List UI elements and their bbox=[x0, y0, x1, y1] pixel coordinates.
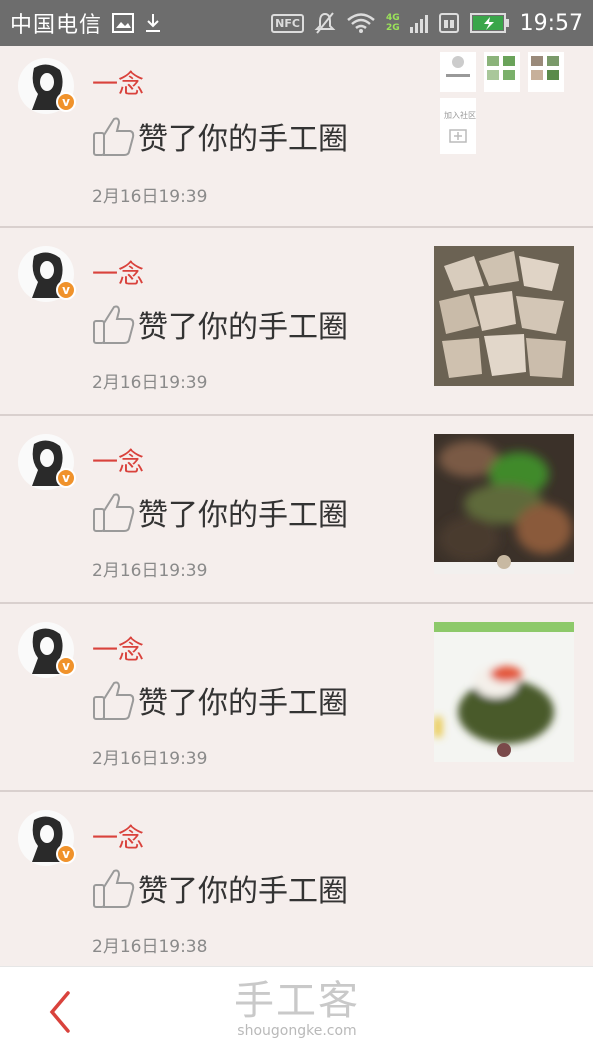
thumbs-up-icon bbox=[93, 493, 135, 532]
carrier-label: 中国电信 bbox=[10, 13, 103, 38]
user-name[interactable]: 一念 bbox=[92, 630, 144, 667]
bottom-nav-bar: 手工客 shougongke.com bbox=[0, 966, 593, 1055]
notification-row[interactable]: v 一念 赞了你的手工圈 2月16日19:38 bbox=[0, 792, 593, 980]
signal-icon bbox=[409, 13, 428, 33]
thumb-caption: 加入社区 bbox=[444, 111, 476, 120]
back-button[interactable] bbox=[44, 989, 74, 1035]
nfc-icon: NFC bbox=[271, 13, 304, 33]
notification-row[interactable]: v 一念 赞了你的手工圈 2月16日19:39 bbox=[0, 604, 593, 792]
battery-charging-icon bbox=[469, 13, 510, 33]
timestamp: 2月16日19:39 bbox=[92, 187, 208, 207]
timestamp: 2月16日19:38 bbox=[92, 937, 208, 957]
thumbs-up-icon bbox=[93, 117, 135, 156]
wifi-icon bbox=[346, 12, 376, 34]
verified-badge-icon: v bbox=[56, 280, 76, 300]
thumbs-up-icon bbox=[93, 681, 135, 720]
post-thumbnail[interactable] bbox=[434, 434, 574, 574]
user-name[interactable]: 一念 bbox=[92, 254, 144, 291]
status-bar: 中国电信 NFC 4G 2G 19:57 bbox=[0, 0, 593, 46]
verified-badge-icon: v bbox=[56, 468, 76, 488]
clock: 19:57 bbox=[519, 10, 583, 36]
thumbs-up-icon bbox=[93, 305, 135, 344]
network-4g: 4G bbox=[385, 13, 400, 23]
user-name[interactable]: 一念 bbox=[92, 64, 144, 101]
action-text: 赞了你的手工圈 bbox=[138, 874, 348, 909]
download-icon bbox=[144, 12, 162, 34]
user-name[interactable]: 一念 bbox=[92, 442, 144, 479]
mute-icon bbox=[314, 11, 336, 35]
action-text: 赞了你的手工圈 bbox=[138, 310, 348, 345]
action-text: 赞了你的手工圈 bbox=[138, 686, 348, 721]
network-type: 4G 2G bbox=[386, 13, 400, 33]
logo-domain: shougongke.com bbox=[237, 1023, 357, 1039]
like-action: 赞了你的手工圈 bbox=[92, 302, 348, 346]
gallery-icon bbox=[112, 13, 135, 33]
action-text: 赞了你的手工圈 bbox=[138, 122, 348, 157]
action-text: 赞了你的手工圈 bbox=[138, 498, 348, 533]
user-name[interactable]: 一念 bbox=[92, 818, 144, 855]
like-action: 赞了你的手工圈 bbox=[92, 490, 348, 534]
like-action: 赞了你的手工圈 bbox=[92, 866, 348, 910]
sim-icon bbox=[438, 12, 460, 34]
verified-badge-icon: v bbox=[56, 92, 76, 112]
post-thumbnail[interactable] bbox=[434, 246, 574, 386]
timestamp: 2月16日19:39 bbox=[92, 373, 208, 393]
verified-badge-icon: v bbox=[56, 844, 76, 864]
network-2g: 2G bbox=[385, 23, 400, 33]
notification-row[interactable]: v 一念 赞了你的手工圈 2月16日19:39 bbox=[0, 416, 593, 604]
notification-list: v 一念 赞了你的手工圈 2月16日19:39 加入社区 v 一念 赞了你的手工… bbox=[0, 46, 593, 980]
like-action: 赞了你的手工圈 bbox=[92, 678, 348, 722]
timestamp: 2月16日19:39 bbox=[92, 561, 208, 581]
post-thumbnail[interactable] bbox=[434, 622, 574, 762]
notification-row[interactable]: v 一念 赞了你的手工圈 2月16日19:39 bbox=[0, 228, 593, 416]
post-thumbnail[interactable]: 加入社区 bbox=[440, 52, 570, 162]
notification-row[interactable]: v 一念 赞了你的手工圈 2月16日19:39 加入社区 bbox=[0, 46, 593, 228]
like-action: 赞了你的手工圈 bbox=[92, 114, 348, 158]
logo-text: 手工客 bbox=[234, 978, 360, 1024]
thumbs-up-icon bbox=[93, 869, 135, 908]
timestamp: 2月16日19:39 bbox=[92, 749, 208, 769]
verified-badge-icon: v bbox=[56, 656, 76, 676]
status-icons: NFC 4G 2G 19:57 bbox=[261, 11, 583, 36]
chevron-left-icon bbox=[49, 991, 70, 1033]
app-logo: 手工客 shougongke.com bbox=[222, 979, 372, 1039]
